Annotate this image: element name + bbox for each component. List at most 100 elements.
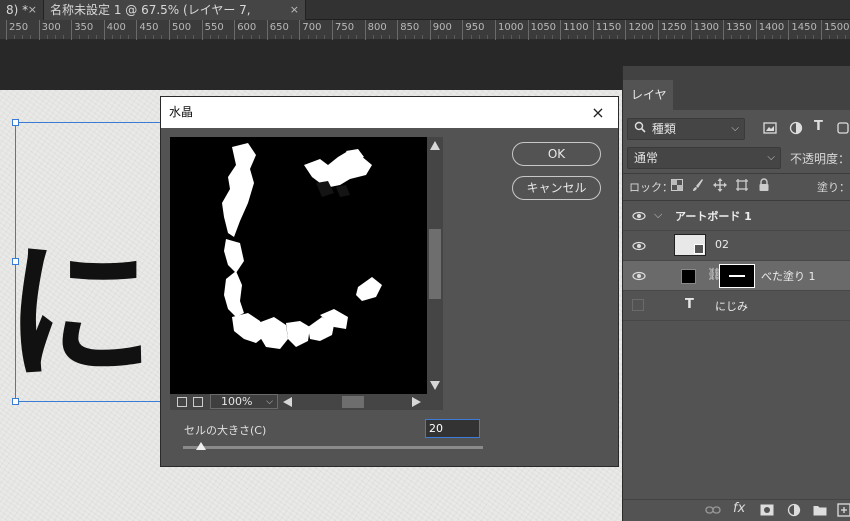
cell-size-input[interactable]: 20 — [425, 419, 480, 438]
close-tab-icon[interactable]: × — [28, 0, 37, 20]
layer-row-smart-object[interactable]: 02 — [623, 231, 850, 261]
scroll-down-arrow-icon[interactable] — [430, 381, 440, 390]
close-tab-icon[interactable]: × — [290, 0, 299, 20]
lock-artboard-icon[interactable] — [735, 178, 749, 195]
ruler-minor-tick — [63, 35, 65, 39]
ruler-minor-tick — [739, 35, 741, 39]
ruler-minor-tick — [46, 35, 48, 39]
layer-mask-thumbnail[interactable] — [719, 264, 755, 288]
ruler-tick-label: 750 — [332, 20, 354, 40]
selection-bounding-box[interactable] — [12, 119, 165, 405]
tab-layers[interactable]: レイヤー — [623, 80, 673, 132]
ruler-minor-tick — [576, 35, 578, 39]
zoom-out-icon[interactable] — [177, 397, 187, 407]
ruler-minor-tick — [209, 35, 211, 39]
ruler-minor-tick — [715, 35, 717, 39]
zoom-level-value: 100% — [221, 395, 253, 408]
chevron-down-icon[interactable]: ⌵ — [654, 208, 662, 222]
chevron-down-icon: ⌵ — [731, 123, 739, 134]
lock-image-brush-icon[interactable] — [692, 178, 704, 195]
cancel-button[interactable]: キャンセル — [512, 176, 601, 200]
ruler-tick-label: 450 — [136, 20, 158, 40]
chevron-down-icon: ⌵ — [767, 152, 775, 163]
close-icon[interactable]: × — [588, 103, 608, 123]
dialog-title: 水晶 — [169, 105, 194, 119]
link-layers-icon[interactable] — [705, 504, 721, 519]
ok-button[interactable]: OK — [512, 142, 601, 166]
ruler-minor-tick — [437, 35, 439, 39]
ruler-tick-label: 850 — [397, 20, 419, 40]
ruler-minor-tick — [226, 35, 228, 39]
preview-vertical-scrollbar[interactable] — [427, 137, 443, 394]
ruler-minor-tick — [552, 35, 554, 39]
add-mask-icon[interactable] — [760, 504, 774, 519]
transform-handle[interactable] — [12, 398, 19, 405]
preview-crystallized-shapes — [222, 143, 382, 349]
scroll-thumb[interactable] — [429, 229, 441, 299]
zoom-in-icon[interactable] — [193, 397, 203, 407]
layer-row-solid-fill[interactable]: ⛓ べた塗り 1 — [623, 261, 850, 291]
cell-size-slider-knob[interactable] — [196, 442, 206, 450]
ruler-minor-tick — [829, 35, 831, 39]
ruler-minor-tick — [323, 35, 325, 39]
ruler-minor-tick — [535, 35, 537, 39]
scroll-up-arrow-icon[interactable] — [430, 141, 440, 150]
filter-shape-icon[interactable] — [837, 121, 849, 138]
layer-row-text[interactable]: T にじみ — [623, 291, 850, 321]
visibility-eye-icon[interactable] — [632, 209, 646, 223]
filter-type-icon[interactable]: T — [814, 119, 823, 134]
ruler-minor-tick — [340, 35, 342, 39]
filter-pixel-icon[interactable] — [763, 121, 777, 138]
zoom-level-select[interactable]: 100% ⌵ — [210, 394, 278, 409]
transform-handle[interactable] — [12, 119, 19, 126]
scroll-right-arrow-icon[interactable] — [412, 397, 421, 407]
transform-handle[interactable] — [12, 258, 19, 265]
visibility-eye-icon[interactable] — [632, 239, 646, 253]
dialog-title-bar: 水晶 × — [161, 97, 618, 128]
ruler-tick-label: 600 — [234, 20, 256, 40]
layer-row-artboard[interactable]: ⌵ アートボード 1 — [623, 201, 850, 231]
ruler-tick-label: 700 — [299, 20, 321, 40]
ruler-minor-tick — [152, 35, 154, 39]
search-icon — [634, 119, 648, 139]
horizontal-ruler: 250 300 350 400 450 500 550 600 650 700 750 800 850 9… — [0, 20, 850, 40]
ruler-minor-tick — [706, 35, 708, 39]
ruler-minor-tick — [641, 35, 643, 39]
cell-size-slider-track[interactable] — [183, 446, 483, 449]
new-group-folder-icon[interactable] — [813, 504, 827, 519]
ruler-minor-tick — [217, 35, 219, 39]
lock-all-icon[interactable] — [758, 178, 770, 195]
lock-transparent-icon[interactable] — [671, 179, 683, 194]
ruler-minor-tick — [780, 35, 782, 39]
horizontal-scroll-thumb[interactable] — [342, 396, 364, 408]
fill-color-swatch[interactable] — [681, 269, 696, 284]
new-adjustment-layer-icon[interactable] — [787, 503, 801, 520]
visibility-toggle-off[interactable] — [632, 299, 644, 311]
layer-filter-kind-select[interactable]: 種類 ⌵ — [627, 118, 745, 140]
tab-label: 8) * — [6, 3, 29, 17]
lock-position-move-icon[interactable] — [713, 178, 727, 195]
layer-style-fx-icon[interactable]: fx — [733, 501, 745, 516]
fill-label: 塗り： — [817, 181, 850, 194]
new-layer-icon[interactable] — [837, 503, 850, 520]
blend-mode-select[interactable]: 通常 ⌵ — [627, 147, 781, 169]
ruler-minor-tick — [389, 35, 391, 39]
filter-adjustment-icon[interactable] — [789, 121, 803, 138]
cell-size-label: セルの大きさ(C) — [184, 424, 267, 437]
ruler-minor-tick — [193, 35, 195, 39]
ruler-minor-tick — [478, 35, 480, 39]
ruler-minor-tick — [804, 35, 806, 39]
ruler-minor-tick — [812, 35, 814, 39]
ruler-minor-tick — [274, 35, 276, 39]
scroll-left-arrow-icon[interactable] — [283, 397, 292, 407]
layer-thumbnail — [674, 234, 706, 256]
filter-preview[interactable] — [170, 137, 427, 394]
document-tab-previous[interactable]: 8) * × — [0, 0, 44, 20]
ruler-minor-tick — [796, 35, 798, 39]
visibility-eye-icon[interactable] — [632, 269, 646, 283]
layer-name: 02 — [715, 238, 729, 251]
ruler-minor-tick — [421, 35, 423, 39]
ruler-minor-tick — [258, 35, 260, 39]
document-tab-active[interactable]: 名称未設定 1 @ 67.5% (レイヤー 7, RGB/8#) * × — [44, 0, 306, 37]
ruler-tick-label: 800 — [364, 20, 387, 40]
